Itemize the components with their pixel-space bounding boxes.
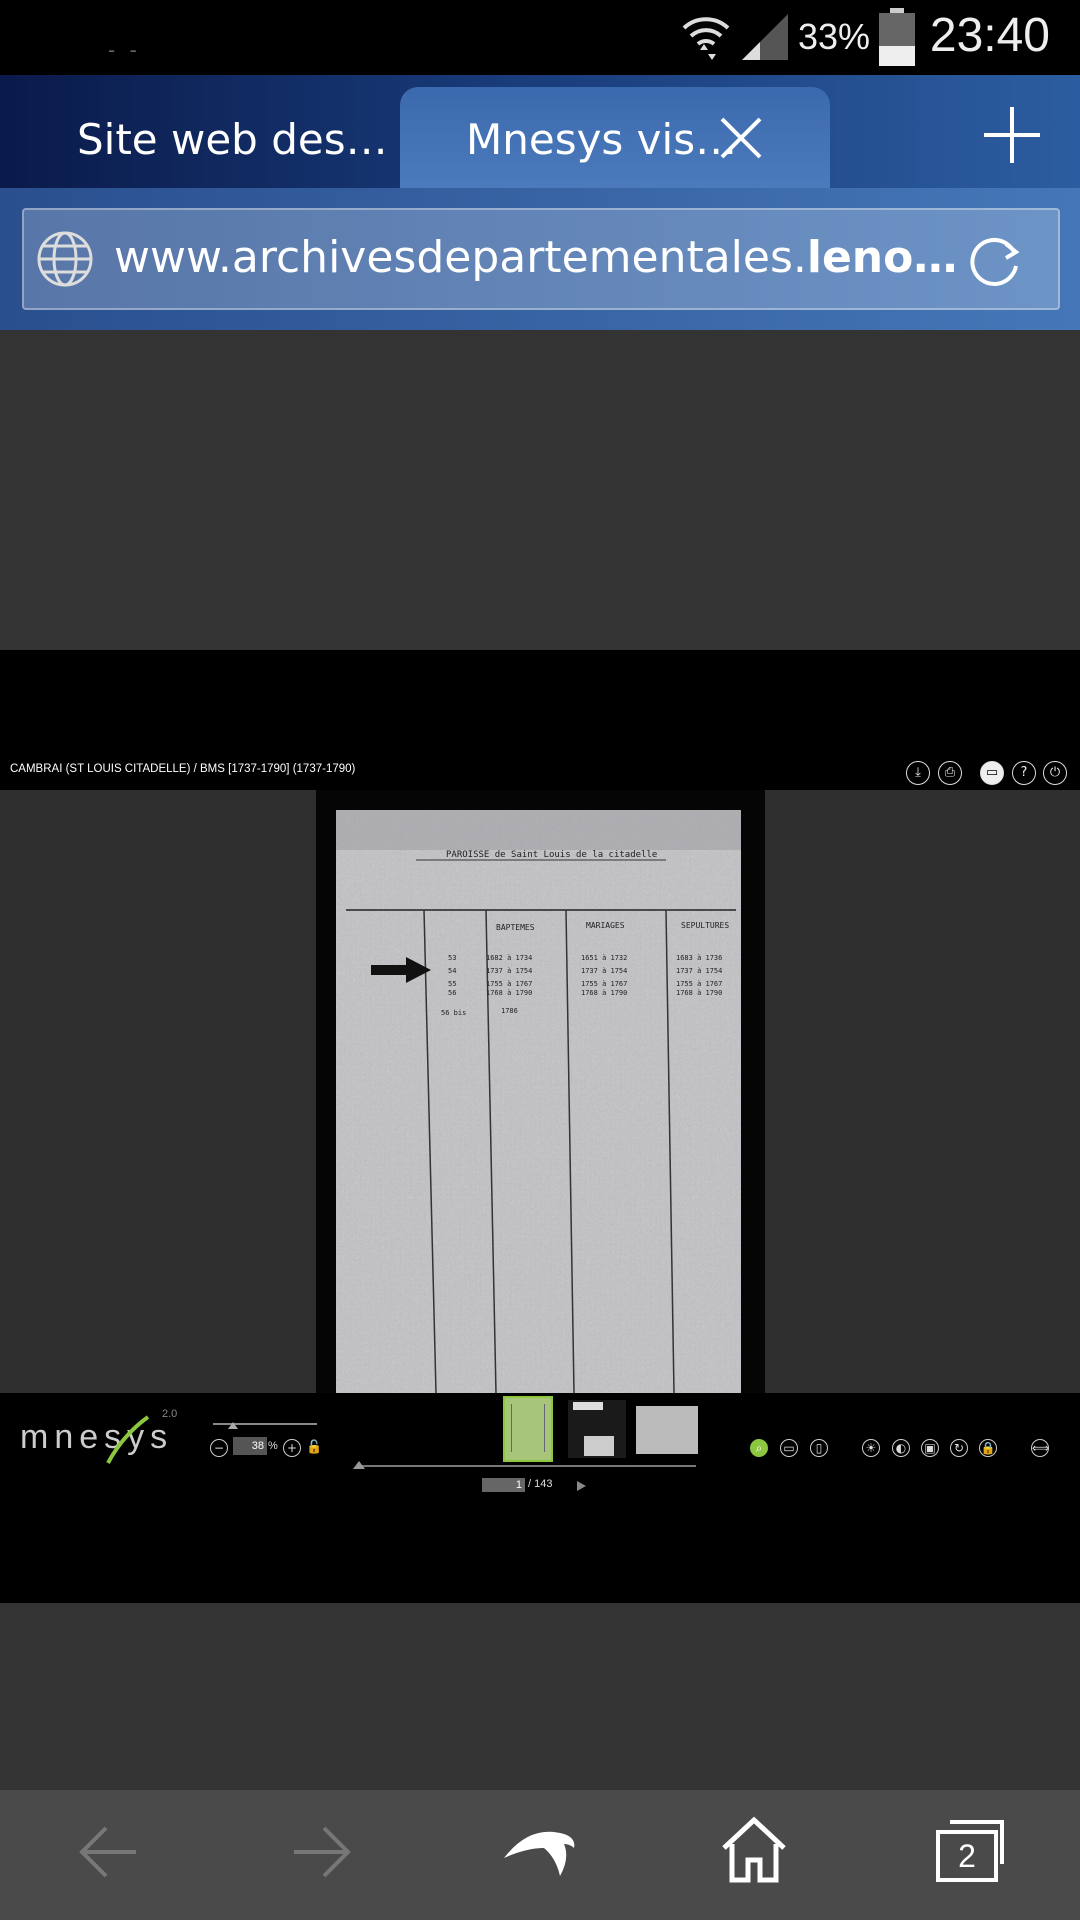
- print-icon[interactable]: ⎙: [938, 761, 962, 785]
- address-bar-area: www.archivesdepartementales.leno…: [0, 188, 1080, 330]
- tab-label: Mnesys vis…: [466, 115, 738, 164]
- back-icon[interactable]: [76, 1820, 140, 1884]
- thumbnail-page-1[interactable]: [503, 1396, 553, 1462]
- thumbnail-page-3[interactable]: [636, 1406, 698, 1454]
- doc-cell: 1737 à 1754: [486, 967, 532, 975]
- doc-header-text: PAROISSE de Saint Louis de la citadelle: [446, 850, 657, 860]
- doc-cell: 1737 à 1754: [676, 967, 722, 975]
- doc-cell: 1651 à 1732: [581, 954, 627, 962]
- doc-cell: 54: [448, 967, 456, 975]
- expand-icon[interactable]: ⟺: [1031, 1439, 1049, 1457]
- viewer-canvas[interactable]: PAROISSE de Saint Louis de la citadelle …: [0, 790, 1080, 1393]
- doc-cell: 1683 à 1736: [676, 954, 722, 962]
- battery-icon: [879, 8, 915, 66]
- doc-cell: 1768 à 1790: [676, 989, 722, 997]
- zoom-slider-handle[interactable]: [228, 1422, 238, 1429]
- contrast-icon[interactable]: ◐: [892, 1439, 910, 1457]
- signal-icon: [742, 14, 788, 60]
- url-text[interactable]: www.archivesdepartementales.leno…: [114, 232, 957, 283]
- url-domain-bold: leno…: [806, 232, 958, 283]
- doc-cell: 53: [448, 954, 456, 962]
- thumbnail-scrollbar[interactable]: [356, 1465, 696, 1467]
- doc-col-header: MARIAGES: [586, 921, 625, 930]
- wifi-icon: [682, 17, 730, 60]
- zoom-in-icon[interactable]: +: [283, 1439, 301, 1457]
- viewer-toolbar: mnesys 2.0 − 38 % + 🔓 1 / 143 ⌕ ▭ ▯ ☀ ◐ …: [0, 1393, 1080, 1603]
- magnifier-icon[interactable]: ⌕: [750, 1439, 768, 1457]
- url-prefix: www.archivesdepartementales.: [114, 232, 807, 283]
- brightness-icon[interactable]: ☀: [862, 1439, 880, 1457]
- doc-cell: 1755 à 1767: [676, 980, 722, 988]
- lock-view-icon[interactable]: 🔒: [979, 1439, 997, 1457]
- next-page-icon[interactable]: [577, 1481, 586, 1491]
- download-icon[interactable]: ⤓: [906, 761, 930, 785]
- close-tab-icon[interactable]: [718, 115, 764, 161]
- doc-col-header: SEPULTURES: [681, 921, 729, 930]
- zoom-input[interactable]: 38: [233, 1437, 267, 1455]
- doc-col-header: BAPTEMES: [496, 923, 535, 932]
- reload-icon[interactable]: [968, 232, 1024, 288]
- forward-icon[interactable]: [290, 1820, 354, 1884]
- tab-mnesys[interactable]: Mnesys vis…: [400, 87, 830, 190]
- page-number-input[interactable]: 1: [482, 1478, 525, 1492]
- doc-cell: 1786: [501, 1007, 518, 1015]
- mnesys-logo-mark: [106, 1415, 150, 1464]
- tab-label: Site web des…: [77, 115, 388, 164]
- tab-site-web[interactable]: Site web des…: [0, 87, 400, 190]
- thumbnail-page-2[interactable]: [568, 1400, 626, 1458]
- fullscreen-icon[interactable]: ▭: [980, 761, 1004, 785]
- battery-percentage: 33%: [798, 16, 871, 57]
- viewer-header: CAMBRAI (ST LOUIS CITADELLE) / BMS [1737…: [0, 650, 1080, 790]
- doc-cell: 56: [448, 989, 456, 997]
- lock-icon[interactable]: 🔓: [306, 1440, 322, 1455]
- browser-bottom-nav: 2: [0, 1790, 1080, 1920]
- power-icon[interactable]: ⏻: [1043, 761, 1067, 785]
- document-title: CAMBRAI (ST LOUIS CITADELLE) / BMS [1737…: [10, 763, 356, 775]
- thumbnail-scroll-handle[interactable]: [353, 1461, 365, 1469]
- clock: 23:40: [929, 9, 1050, 62]
- logo-version: 2.0: [162, 1408, 178, 1420]
- home-icon[interactable]: [718, 1814, 790, 1886]
- image-adjust-icon[interactable]: ▣: [921, 1439, 939, 1457]
- page-total: / 143: [528, 1478, 553, 1490]
- zoom-unit: %: [268, 1440, 278, 1452]
- fit-width-icon[interactable]: ▭: [780, 1439, 798, 1457]
- doc-cell: 1737 à 1754: [581, 967, 627, 975]
- doc-cell: 1682 à 1734: [486, 954, 532, 962]
- address-bar[interactable]: www.archivesdepartementales.leno…: [22, 208, 1060, 310]
- tab-bar: Site web des… Mnesys vis…: [0, 75, 1080, 190]
- zoom-out-icon[interactable]: −: [210, 1439, 228, 1457]
- doc-cell: 1755 à 1767: [581, 980, 627, 988]
- notification-indicator: - -: [108, 38, 141, 62]
- document-scan[interactable]: PAROISSE de Saint Louis de la citadelle …: [336, 810, 741, 1393]
- dolphin-icon[interactable]: [500, 1818, 580, 1888]
- globe-icon: [37, 231, 93, 287]
- doc-cell: 1768 à 1790: [581, 989, 627, 997]
- rotate-icon[interactable]: ↻: [950, 1439, 968, 1457]
- fit-page-icon[interactable]: ▯: [810, 1439, 828, 1457]
- help-icon[interactable]: ?: [1012, 761, 1036, 785]
- new-tab-icon[interactable]: [982, 105, 1042, 165]
- tab-count: 2: [936, 1830, 998, 1882]
- doc-cell: 1768 à 1790: [486, 989, 532, 997]
- doc-cell: 56 bis: [441, 1009, 466, 1017]
- page-frame: PAROISSE de Saint Louis de la citadelle …: [316, 790, 765, 1393]
- status-bar: - - 33% 23:40: [0, 0, 1080, 75]
- doc-cell: 55: [448, 980, 456, 988]
- doc-cell: 1755 à 1767: [486, 980, 532, 988]
- tabs-overview-button[interactable]: 2: [936, 1820, 1004, 1882]
